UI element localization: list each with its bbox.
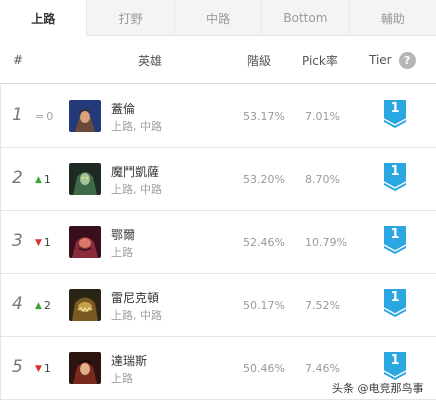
champion-name[interactable]: 蓋倫 [111, 100, 135, 117]
champion-portrait[interactable] [69, 226, 101, 258]
tier-value: 1 [390, 353, 400, 368]
tab-top[interactable]: 上路 [0, 0, 88, 37]
rank-number: 1 [12, 105, 23, 125]
help-icon[interactable]: ? [398, 51, 416, 69]
trend-indicator: = 0 [35, 110, 53, 123]
tab-jungle[interactable]: 打野 [87, 0, 175, 36]
champion-name[interactable]: 魔鬥凱薩 [111, 163, 159, 180]
champion-roles: 上路, 中路 [111, 120, 162, 133]
champion-portrait[interactable] [69, 100, 101, 132]
header-winrate[interactable]: 階級 [247, 36, 271, 84]
champion-name[interactable]: 雷尼克頓 [111, 289, 159, 306]
header-rank: # [13, 53, 24, 67]
rank-number: 5 [12, 357, 23, 377]
header-tier: Tier ? [369, 36, 416, 84]
winrate-value: 50.46% [243, 362, 285, 375]
champion-roles: 上路 [111, 246, 133, 259]
trend-indicator: ▲ 1 [35, 173, 51, 186]
tab-mid[interactable]: 中路 [175, 0, 263, 36]
tier-badge-icon: 1 [383, 351, 407, 381]
winrate-value: 53.20% [243, 173, 285, 186]
rank-number: 3 [12, 231, 23, 251]
pickrate-value: 8.70% [305, 173, 340, 186]
rank-number: 4 [12, 294, 23, 314]
table-header: # 英雄 階級 Pick率 Tier ? [0, 36, 436, 84]
trend-indicator: ▼ 1 [35, 362, 51, 375]
trend-indicator: ▼ 1 [35, 236, 51, 249]
tier-badge-icon: 1 [383, 225, 407, 255]
champion-name[interactable]: 鄂爾 [111, 226, 135, 243]
tier-value: 1 [390, 101, 400, 116]
tab-bottom[interactable]: Bottom [262, 0, 350, 36]
trend-change: 2 [43, 299, 51, 312]
trend-change: 1 [43, 173, 51, 186]
rank-number: 2 [12, 168, 23, 188]
champion-portrait[interactable] [69, 352, 101, 384]
tab-support[interactable]: 輔助 [350, 0, 436, 36]
header-hero: 英雄 [138, 53, 163, 68]
table-row[interactable]: 3 ▼ 1 鄂爾 上路 52.46% 10.79% 1 [0, 211, 436, 274]
winrate-value: 53.17% [243, 110, 285, 123]
tier-badge-icon: 1 [383, 288, 407, 318]
role-tabs: 上路 打野 中路 Bottom 輔助 [0, 0, 436, 37]
trend-equal-icon: = [35, 110, 45, 123]
header-tier-label: Tier [369, 53, 392, 67]
champion-portrait[interactable] [69, 289, 101, 321]
pickrate-value: 10.79% [305, 236, 347, 249]
champion-roles: 上路, 中路 [111, 309, 162, 322]
tier-value: 1 [390, 164, 400, 179]
tier-badge-icon: 1 [383, 99, 407, 129]
trend-down-icon: ▼ [35, 237, 42, 248]
trend-change: 0 [46, 110, 54, 123]
champion-portrait[interactable] [69, 163, 101, 195]
table-row[interactable]: 2 ▲ 1 魔鬥凱薩 上路, 中路 53.20% 8.70% 1 [0, 148, 436, 211]
trend-up-icon: ▲ [35, 300, 42, 311]
champion-name[interactable]: 達瑞斯 [111, 352, 147, 369]
tier-value: 1 [390, 290, 400, 305]
winrate-value: 50.17% [243, 299, 285, 312]
header-pickrate[interactable]: Pick率 [302, 36, 338, 84]
table-row[interactable]: 1 = 0 蓋倫 上路, 中路 53.17% 7.01% 1 [0, 85, 436, 148]
pickrate-value: 7.46% [305, 362, 340, 375]
champion-roles: 上路, 中路 [111, 183, 162, 196]
trend-change: 1 [43, 236, 51, 249]
champion-roles: 上路 [111, 372, 133, 385]
watermark: 头条 @电竞那鸟事 [332, 382, 424, 395]
pickrate-value: 7.01% [305, 110, 340, 123]
tier-value: 1 [390, 227, 400, 242]
trend-indicator: ▲ 2 [35, 299, 51, 312]
trend-up-icon: ▲ [35, 174, 42, 185]
winrate-value: 52.46% [243, 236, 285, 249]
trend-down-icon: ▼ [35, 363, 42, 374]
tier-badge-icon: 1 [383, 162, 407, 192]
pickrate-value: 7.52% [305, 299, 340, 312]
table-row[interactable]: 4 ▲ 2 雷尼克頓 上路, 中路 50.17% 7.52% 1 [0, 274, 436, 337]
trend-change: 1 [43, 362, 51, 375]
